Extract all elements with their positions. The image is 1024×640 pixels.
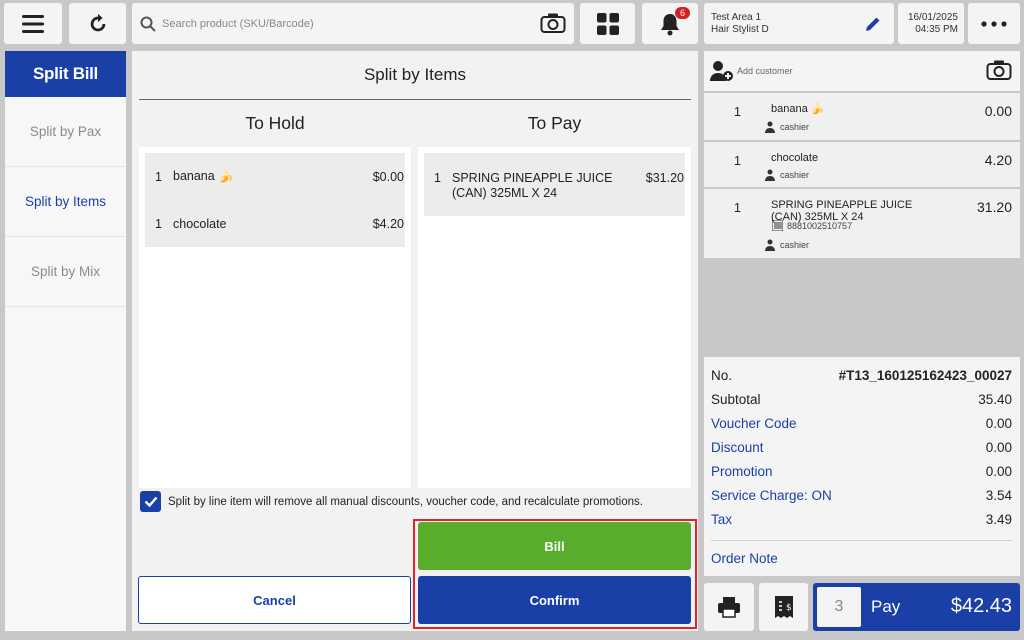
cancel-button[interactable]: Cancel bbox=[138, 576, 411, 624]
add-customer-label: Add customer bbox=[737, 66, 793, 76]
receipt-button[interactable]: $ bbox=[759, 583, 808, 631]
title-divider bbox=[139, 99, 691, 100]
cashier-icon bbox=[765, 239, 775, 251]
item-qty: 1 bbox=[155, 216, 162, 231]
camera-scan-icon[interactable] bbox=[540, 12, 566, 34]
pay-label: Pay bbox=[871, 597, 901, 616]
add-customer-icon bbox=[710, 61, 733, 81]
order-item-price: 0.00 bbox=[984, 103, 1012, 119]
hold-item-banana[interactable]: 1 banana 🍌 $0.00 bbox=[145, 153, 405, 200]
printer-icon bbox=[718, 597, 740, 618]
time-text: 04:35 PM bbox=[915, 23, 958, 35]
pay-count[interactable]: 3 bbox=[817, 587, 861, 627]
datetime-display: 16/01/2025 04:35 PM bbox=[898, 3, 964, 44]
staff-role: Hair Stylist D bbox=[711, 23, 769, 35]
refresh-button[interactable] bbox=[69, 3, 126, 44]
svg-text:$: $ bbox=[786, 603, 792, 613]
pay-total: $42.43 bbox=[950, 595, 1012, 617]
order-item-price: 4.20 bbox=[984, 152, 1012, 168]
split-bill-title: Split Bill bbox=[5, 51, 126, 97]
subtotal-row: Subtotal 35.40 bbox=[711, 392, 1012, 407]
item-name: banana 🍌 bbox=[173, 169, 234, 183]
service-charge-row[interactable]: Service Charge: ON 3.54 bbox=[711, 488, 1012, 503]
item-price: $0.00 bbox=[372, 169, 404, 184]
split-line-item-checkbox[interactable] bbox=[140, 491, 161, 512]
more-dots-icon bbox=[981, 20, 1007, 27]
order-item-qty: 1 bbox=[734, 201, 741, 215]
item-qty: 1 bbox=[434, 171, 441, 185]
refresh-icon bbox=[90, 13, 105, 31]
order-item[interactable]: 1 chocolate 4.20 cashier bbox=[704, 142, 1020, 187]
camera-icon[interactable] bbox=[986, 59, 1012, 81]
nav-split-by-pax[interactable]: Split by Pax bbox=[5, 97, 126, 167]
notification-badge: 6 bbox=[674, 7, 690, 19]
grid-view-button[interactable] bbox=[580, 3, 635, 44]
menu-button[interactable] bbox=[4, 3, 62, 44]
add-customer-bar[interactable]: Add customer bbox=[704, 51, 1020, 91]
notifications-button[interactable]: 6 bbox=[642, 3, 698, 44]
to-hold-header: To Hold bbox=[245, 113, 305, 133]
staff-selector[interactable]: Test Area 1 Hair Stylist D bbox=[704, 3, 894, 44]
item-price: $4.20 bbox=[372, 216, 404, 231]
item-name: SPRING PINEAPPLE JUICE (CAN) 325ML X 24 bbox=[452, 171, 613, 200]
checkmark-icon bbox=[144, 496, 157, 507]
cashier-icon bbox=[765, 121, 775, 133]
order-item-qty: 1 bbox=[734, 154, 741, 168]
order-item[interactable]: 1 SPRING PINEAPPLE JUICE (CAN) 325ML X 2… bbox=[704, 189, 1020, 258]
order-item-staff: cashier bbox=[764, 239, 809, 251]
to-pay-header: To Pay bbox=[527, 113, 582, 133]
order-number-row: No. #T13_160125162423_00027 bbox=[711, 368, 1012, 383]
staff-area: Test Area 1 bbox=[711, 11, 762, 23]
nav-split-by-mix[interactable]: Split by Mix bbox=[5, 237, 126, 307]
order-note-row[interactable]: Order Note bbox=[711, 551, 1012, 566]
summary-divider bbox=[711, 540, 1012, 541]
item-qty: 1 bbox=[155, 169, 162, 184]
order-item-barcode: 8881002510757 bbox=[772, 220, 852, 231]
order-item[interactable]: 1 banana 🍌 0.00 cashier bbox=[704, 93, 1020, 140]
item-price: $31.20 bbox=[645, 171, 684, 185]
barcode-icon bbox=[772, 220, 783, 231]
promotion-row[interactable]: Promotion 0.00 bbox=[711, 464, 1012, 479]
receipt-icon: $ bbox=[774, 596, 793, 618]
search-bar[interactable]: Search product (SKU/Barcode) bbox=[132, 3, 574, 44]
hamburger-icon bbox=[22, 14, 44, 33]
pay-item-juice[interactable]: 1 SPRING PINEAPPLE JUICE (CAN) 325ML X 2… bbox=[424, 153, 685, 216]
voucher-code-row[interactable]: Voucher Code 0.00 bbox=[711, 416, 1012, 431]
search-input[interactable]: Search product (SKU/Barcode) bbox=[162, 18, 314, 30]
tax-row[interactable]: Tax 3.49 bbox=[711, 512, 1012, 527]
more-options-button[interactable] bbox=[968, 3, 1020, 44]
pay-button[interactable]: 3 Pay $42.43 bbox=[813, 583, 1020, 631]
edit-pencil-icon[interactable] bbox=[864, 15, 882, 33]
discount-row[interactable]: Discount 0.00 bbox=[711, 440, 1012, 455]
item-name: chocolate bbox=[173, 216, 227, 231]
order-item-price: 31.20 bbox=[976, 199, 1012, 215]
cashier-icon bbox=[765, 169, 775, 181]
nav-split-by-items[interactable]: Split by Items bbox=[5, 167, 126, 237]
search-icon bbox=[140, 16, 156, 32]
order-item-qty: 1 bbox=[734, 105, 741, 119]
to-pay-list: 1 SPRING PINEAPPLE JUICE (CAN) 325ML X 2… bbox=[418, 147, 691, 488]
date-text: 16/01/2025 bbox=[907, 11, 958, 23]
print-button[interactable] bbox=[704, 583, 754, 631]
modal-title: Split by Items bbox=[363, 65, 467, 84]
order-item-name: chocolate bbox=[771, 152, 819, 164]
order-summary: No. #T13_160125162423_00027 Subtotal 35.… bbox=[704, 357, 1020, 576]
order-item-name: banana 🍌 bbox=[771, 103, 825, 115]
split-warning-row: Split by line item will remove all manua… bbox=[140, 491, 643, 512]
hold-item-chocolate[interactable]: 1 chocolate $4.20 bbox=[145, 200, 405, 247]
order-item-staff: cashier bbox=[764, 169, 809, 181]
split-bill-nav: Split Bill Split by Pax Split by Items S… bbox=[5, 51, 126, 631]
to-hold-list: 1 banana 🍌 $0.00 1 chocolate $4.20 bbox=[139, 147, 411, 488]
order-item-staff: cashier bbox=[764, 121, 809, 133]
checkbox-label: Split by line item will remove all manua… bbox=[168, 495, 643, 508]
grid-icon bbox=[596, 12, 619, 35]
highlight-box bbox=[413, 519, 697, 629]
